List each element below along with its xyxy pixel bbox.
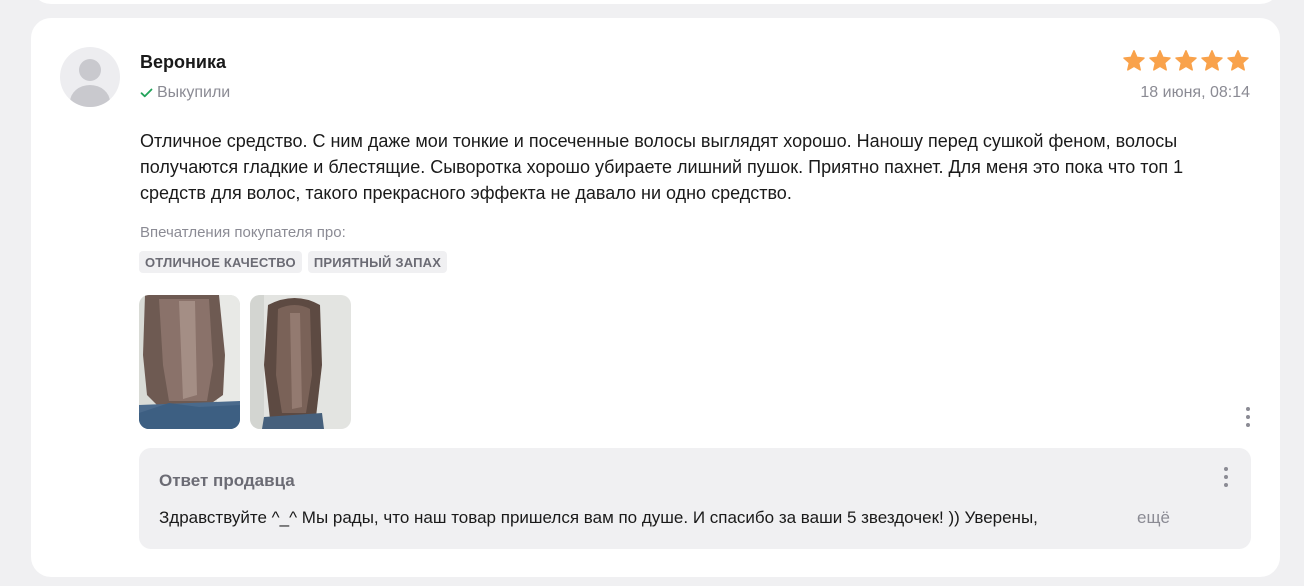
review-more-button[interactable] — [1238, 402, 1258, 432]
seller-reply-fade — [1099, 504, 1139, 530]
avatar-head — [79, 59, 101, 81]
previous-review-card — [31, 0, 1280, 4]
review-card: Вероника Выкупили 18 июня, 08:14 Отлично… — [31, 18, 1280, 577]
star-icon — [1149, 50, 1171, 71]
star-icon — [1123, 50, 1145, 71]
review-text: Отличное средство. С ним даже мои тонкие… — [140, 131, 1184, 203]
avatar-body — [70, 85, 110, 107]
seller-reply-more-link[interactable]: ещё — [1137, 508, 1170, 528]
impressions-label: Впечатления покупателя про: — [140, 224, 346, 241]
review-photos — [139, 295, 351, 429]
more-vertical-icon-dot — [1224, 467, 1228, 471]
review-photo-1[interactable] — [139, 295, 240, 429]
seller-reply-title: Ответ продавца — [159, 471, 295, 490]
check-icon — [140, 88, 153, 98]
more-vertical-icon-dot — [1246, 415, 1250, 419]
reviewer-name: Вероника — [140, 52, 226, 72]
hair-photo-1-image — [139, 295, 240, 429]
review-photo-2[interactable] — [250, 295, 351, 429]
more-vertical-icon-dot — [1224, 475, 1228, 479]
more-vertical-icon-dot — [1246, 423, 1250, 427]
rating-stars — [1122, 49, 1250, 73]
more-vertical-icon-dot — [1246, 407, 1250, 411]
star-icon — [1201, 50, 1223, 71]
avatar — [60, 47, 120, 107]
tag-smell[interactable]: приятный запах — [307, 251, 448, 273]
star-icon — [1175, 50, 1197, 71]
hair-photo-2-image — [250, 295, 351, 429]
more-vertical-icon-dot — [1224, 483, 1228, 487]
seller-reply: Ответ продавца Здравствуйте ^_^ Мы рады,… — [139, 448, 1251, 549]
tag-quality[interactable]: отличное качество — [139, 251, 302, 273]
review-date: 18 июня, 08:14 — [1140, 84, 1250, 101]
reply-more-button[interactable] — [1216, 462, 1236, 492]
seller-reply-text: Здравствуйте ^_^ Мы рады, что наш товар … — [159, 508, 1038, 527]
bought-label: Выкупили — [157, 84, 231, 101]
star-icon — [1227, 50, 1249, 71]
bought-badge: Выкупили — [140, 84, 230, 102]
impression-tags: отличное качество приятный запах — [139, 251, 448, 273]
